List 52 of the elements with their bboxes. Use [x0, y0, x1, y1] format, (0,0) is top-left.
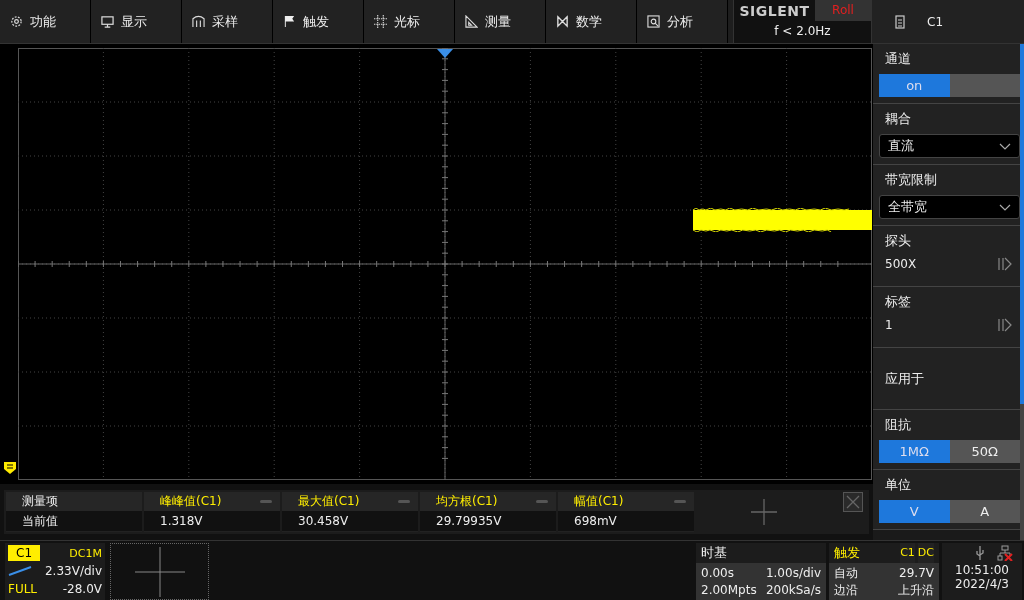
measurement-value: 30.458V: [282, 511, 418, 531]
setting-label: 通道: [884, 50, 912, 68]
acquisition-mode: Roll: [815, 0, 871, 21]
setting-label: 标签: [884, 293, 912, 311]
toggle-option[interactable]: 50Ω: [949, 440, 1020, 463]
trigger-coupling: DC: [917, 543, 934, 563]
row-label: 当前值: [6, 511, 142, 531]
clock-time: 10:51:00: [955, 563, 1009, 577]
date: 2022/4/3: [955, 577, 1009, 591]
panel-title: C1: [927, 14, 943, 29]
trigger-mode: 自动: [834, 565, 858, 582]
panel-heading: 触发: [834, 544, 860, 562]
setting-label: 带宽限制: [884, 171, 938, 189]
setting-label: 应用于: [884, 369, 925, 388]
trigger-level: 29.7V: [899, 565, 934, 582]
frequency-readout: f < 2.0Hz: [773, 23, 832, 40]
menu-tab[interactable]: 分析: [637, 0, 728, 43]
menu-tab[interactable]: 触发: [273, 0, 364, 43]
setting-value[interactable]: 1: [885, 318, 893, 332]
bandwidth-label: FULL: [8, 582, 38, 596]
trigger-type: 边沿: [834, 582, 858, 599]
measurement-value: 1.318V: [144, 511, 280, 531]
menu-tab[interactable]: 光标: [364, 0, 455, 43]
measurement-header: 测量项: [6, 492, 142, 511]
dropdown[interactable]: 直流: [879, 134, 1020, 158]
menu-tab[interactable]: 功能: [0, 0, 91, 43]
measurement-value: 698mV: [558, 511, 694, 531]
menu-tab[interactable]: 采样: [182, 0, 273, 43]
setting-label: 单位: [884, 476, 912, 494]
setting-value[interactable]: 500X: [885, 257, 917, 271]
setting-label: 探头: [884, 232, 912, 250]
trigger-source: C1: [900, 543, 915, 563]
toggle-option[interactable]: A: [949, 500, 1020, 523]
trigger-slope: 上升沿: [898, 582, 934, 599]
sample-rate: 200kSa/s: [765, 582, 821, 599]
brand-logo: SIGLENT: [738, 2, 811, 19]
measurement-value: 29.79935V: [420, 511, 556, 531]
menu-tab[interactable]: 测量: [455, 0, 546, 43]
channel-info-panel[interactable]: C1 DC1M 2.33V/div FULL -28.0V: [5, 543, 105, 600]
setting-label: 耦合: [884, 110, 912, 128]
coupling-label: DC1M: [69, 546, 102, 560]
channel-label: C1: [8, 545, 40, 561]
vertical-offset: -28.0V: [62, 582, 102, 596]
time-delay: 0.00s: [701, 565, 734, 582]
menu-tab[interactable]: 数学: [546, 0, 637, 43]
setting-label: 阻抗: [884, 416, 912, 434]
panel-heading: 时基: [696, 543, 826, 563]
dropdown[interactable]: 全带宽: [879, 195, 1020, 219]
memory-depth: 2.00Mpts: [701, 582, 757, 599]
time-scale: 1.00s/div: [765, 565, 821, 582]
vertical-scale: 2.33V/div: [44, 564, 102, 578]
menu-tab[interactable]: 显示: [91, 0, 182, 43]
